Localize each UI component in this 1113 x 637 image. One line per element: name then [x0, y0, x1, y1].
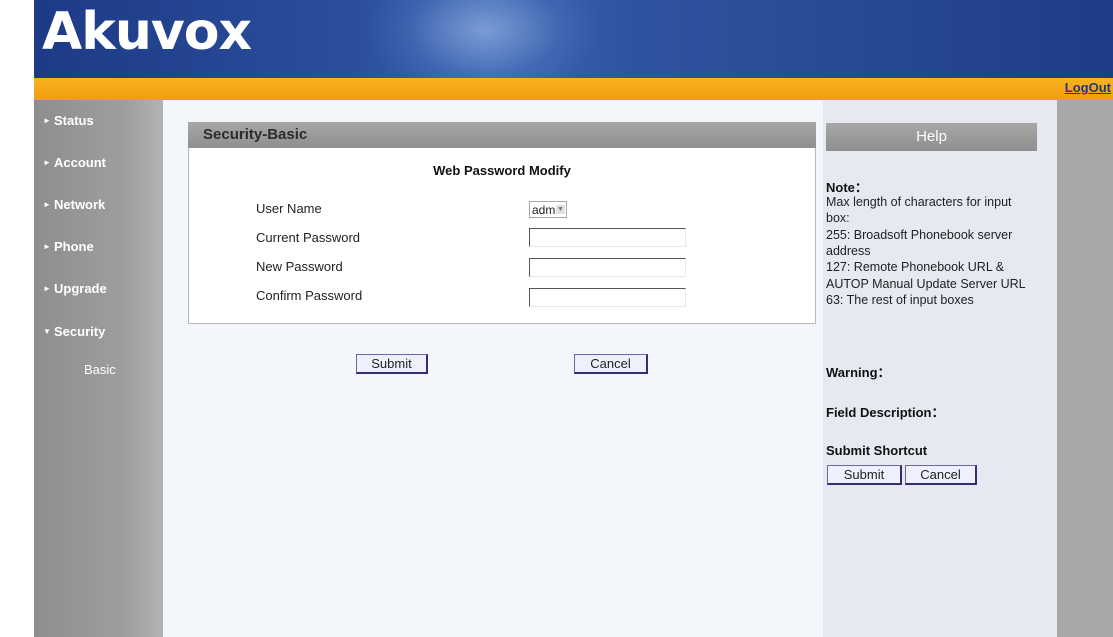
- submit-button[interactable]: Submit: [356, 354, 428, 374]
- shortcut-submit-button[interactable]: Submit: [827, 465, 902, 485]
- header-glow: [364, 0, 604, 78]
- note-line: address: [826, 244, 871, 258]
- chevron-down-icon: ▼: [43, 327, 51, 336]
- note-line: 255: Broadsoft Phonebook server: [826, 228, 1013, 242]
- header-banner: Akuvox: [34, 0, 1113, 78]
- sidebar-item-phone[interactable]: ► Phone: [34, 235, 163, 259]
- shortcut-cancel-button[interactable]: Cancel: [905, 465, 977, 485]
- page-title: Security-Basic: [203, 126, 308, 143]
- section-heading: Web Password Modify: [433, 163, 571, 178]
- sidebar-item-label: Security: [54, 324, 106, 339]
- logout-link[interactable]: LogOut: [1065, 80, 1111, 95]
- chevron-right-icon: ►: [43, 116, 51, 125]
- panel-title-bar: Security-Basic: [188, 122, 816, 148]
- dropdown-arrow-icon: ▼: [556, 205, 565, 214]
- sidebar-item-network[interactable]: ► Network: [34, 193, 163, 217]
- confirm-password-label: Confirm Password: [256, 288, 363, 303]
- note-line: box:: [826, 211, 850, 225]
- note-line: AUTOP Manual Update Server URL: [826, 277, 1026, 291]
- sidebar-item-security[interactable]: ▼ Security: [34, 320, 163, 344]
- field-description-heading: Field Description：: [826, 405, 945, 420]
- sidebar-item-status[interactable]: ► Status: [34, 109, 163, 133]
- note-line: Max length of characters for input: [826, 195, 1012, 209]
- sidebar-item-label: Status: [54, 113, 94, 128]
- warning-heading: Warning：: [826, 365, 891, 380]
- akuvox-logo: Akuvox: [42, 2, 252, 62]
- sidebar-item-upgrade[interactable]: ► Upgrade: [34, 277, 163, 301]
- note-line: 63: The rest of input boxes: [826, 293, 974, 307]
- chevron-right-icon: ►: [43, 200, 51, 209]
- chevron-right-icon: ►: [43, 158, 51, 167]
- cancel-button[interactable]: Cancel: [574, 354, 648, 374]
- help-title: Help: [826, 123, 1037, 151]
- sidebar-item-label: Network: [54, 197, 106, 212]
- new-password-input[interactable]: [529, 258, 686, 277]
- chevron-right-icon: ►: [43, 242, 51, 251]
- sidebar-item-label: Account: [54, 155, 106, 170]
- sidebar-item-label: Upgrade: [54, 281, 107, 296]
- confirm-password-input[interactable]: [529, 288, 686, 307]
- chevron-right-icon: ►: [43, 284, 51, 293]
- user-name-label: User Name: [256, 201, 322, 216]
- right-gutter: [1057, 100, 1113, 637]
- sidebar-item-account[interactable]: ► Account: [34, 151, 163, 175]
- user-name-select[interactable]: admin ▼: [529, 201, 567, 218]
- sidebar-item-label: Phone: [54, 239, 94, 254]
- note-line: 127: Remote Phonebook URL &: [826, 260, 1005, 274]
- current-password-label: Current Password: [256, 230, 361, 245]
- new-password-label: New Password: [256, 259, 343, 274]
- submit-shortcut-heading: Submit Shortcut: [826, 443, 928, 458]
- top-accent-bar: [34, 78, 1113, 100]
- sidebar: ► Status ► Account ► Network ► Phone ► U…: [34, 100, 163, 637]
- sidebar-subitem-basic[interactable]: Basic: [84, 362, 116, 377]
- current-password-input[interactable]: [529, 228, 686, 247]
